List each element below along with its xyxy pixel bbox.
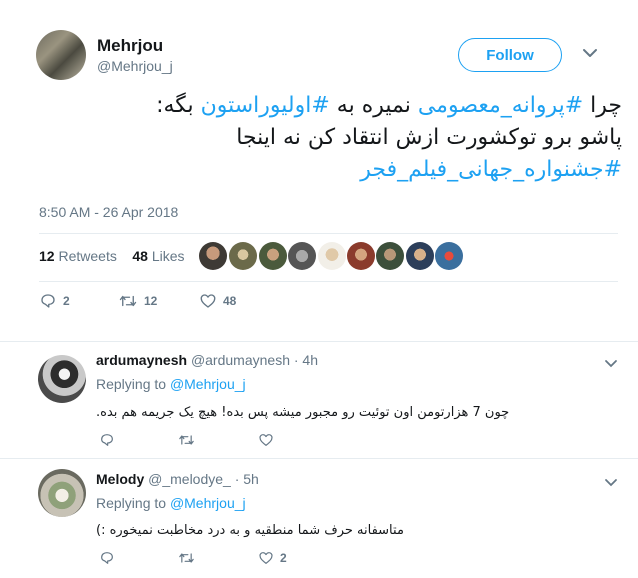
reply-avatar[interactable]: [38, 355, 86, 403]
divider: [39, 233, 618, 234]
liker-avatar[interactable]: [406, 242, 434, 270]
liker-avatar[interactable]: [347, 242, 375, 270]
reply-text: چون 7 هزارتومن اون توئیت رو مجبور میشه پ…: [96, 405, 510, 420]
replying-to: Replying to @Mehrjou_j: [96, 376, 246, 392]
tweet-timestamp[interactable]: 8:50 AM - 26 Apr 2018: [39, 204, 178, 220]
tweet-stats: 12 Retweets 48 Likes: [39, 248, 185, 264]
reply-header: ardumaynesh @ardumaynesh · 4h: [96, 352, 318, 368]
replying-to-link[interactable]: @Mehrjou_j: [170, 495, 246, 511]
reply-author-handle[interactable]: @_melodye_: [148, 471, 231, 487]
reply-tweet[interactable]: Melody @_melodye_ · 5h Replying to @Mehr…: [0, 459, 638, 578]
reply-time[interactable]: · 5h: [235, 471, 259, 487]
follow-button[interactable]: Follow: [458, 38, 562, 72]
retweet-action[interactable]: [177, 550, 196, 566]
retweets-label: Retweets: [58, 248, 117, 264]
like-count: 2: [280, 551, 287, 565]
chevron-down-icon[interactable]: [604, 475, 618, 489]
reply-tweet[interactable]: ardumaynesh @ardumaynesh · 4h Replying t…: [0, 341, 638, 459]
text-segment: چرا: [583, 93, 622, 118]
reply-header: Melody @_melodye_ · 5h: [96, 471, 259, 487]
like-action[interactable]: [258, 432, 280, 448]
reply-action[interactable]: [99, 550, 115, 566]
reply-author-name[interactable]: Melody: [96, 471, 144, 487]
liker-avatar[interactable]: [435, 242, 463, 270]
like-count: 48: [223, 294, 237, 308]
heart-icon: [259, 552, 273, 564]
chevron-down-icon[interactable]: [581, 44, 599, 62]
hashtag-link[interactable]: #پروانه_معصومی: [418, 93, 583, 118]
reply-text: متاسفانه حرف شما منطقیه و به درد مخاطبت …: [96, 523, 404, 538]
replying-to: Replying to @Mehrjou_j: [96, 495, 246, 511]
text-segment: پاشو برو توکشورت ازش انتقاد کن نه اینجا: [236, 125, 622, 150]
liker-avatar[interactable]: [229, 242, 257, 270]
like-action[interactable]: 48: [199, 292, 236, 310]
retweet-icon: [179, 553, 194, 563]
reply-time[interactable]: · 4h: [294, 352, 318, 368]
reply-author-name[interactable]: ardumaynesh: [96, 352, 187, 368]
replying-prefix: Replying to: [96, 376, 170, 392]
reply-icon: [101, 552, 113, 564]
reply-author-handle[interactable]: @ardumaynesh: [191, 352, 290, 368]
text-segment: بگه:: [156, 93, 201, 118]
reply-action[interactable]: [99, 432, 115, 448]
reply-icon: [41, 294, 55, 308]
retweet-action[interactable]: [177, 432, 196, 448]
tweet-text-line-1: چرا #پروانه_معصومی نمیره به #اولیوراستون…: [20, 90, 622, 122]
retweet-icon: [119, 295, 137, 307]
reply-icon: [101, 434, 113, 446]
hashtag-link[interactable]: #جشنواره_جهانی_فیلم_فجر: [360, 157, 622, 182]
replying-to-link[interactable]: @Mehrjou_j: [170, 376, 246, 392]
likes-stat[interactable]: 48 Likes: [132, 248, 184, 264]
liker-avatar[interactable]: [288, 242, 316, 270]
author-name[interactable]: Mehrjou: [97, 36, 163, 56]
divider: [39, 281, 618, 282]
reply-action[interactable]: 2: [39, 292, 70, 310]
likes-label: Likes: [151, 248, 185, 264]
tweet-text-line-3: #جشنواره_جهانی_فیلم_فجر: [20, 154, 622, 186]
replying-prefix: Replying to: [96, 495, 170, 511]
retweet-action[interactable]: 12: [118, 292, 157, 310]
author-handle[interactable]: @Mehrjou_j: [97, 58, 173, 74]
liker-avatar[interactable]: [318, 242, 346, 270]
reply-count: 2: [63, 294, 70, 308]
reply-avatar[interactable]: [38, 469, 86, 517]
retweet-icon: [179, 435, 194, 445]
like-action[interactable]: 2: [258, 550, 287, 566]
main-tweet: Mehrjou @Mehrjou_j Follow چرا #پروانه_مع…: [0, 0, 638, 342]
tweet-text-line-2: پاشو برو توکشورت ازش انتقاد کن نه اینجا: [20, 122, 622, 154]
heart-icon: [200, 294, 216, 308]
liker-avatar[interactable]: [376, 242, 404, 270]
heart-icon: [259, 434, 273, 446]
retweets-count: 12: [39, 248, 55, 264]
tweet-text: چرا #پروانه_معصومی نمیره به #اولیوراستون…: [20, 90, 622, 186]
retweet-count: 12: [144, 294, 158, 308]
hashtag-link[interactable]: #اولیوراستون: [201, 93, 330, 118]
liker-avatar[interactable]: [259, 242, 287, 270]
likes-count: 48: [132, 248, 148, 264]
liker-avatar[interactable]: [199, 242, 227, 270]
tweet-card: Mehrjou @Mehrjou_j Follow چرا #پروانه_مع…: [0, 0, 638, 578]
retweets-stat[interactable]: 12 Retweets: [39, 248, 117, 264]
text-segment: نمیره به: [329, 93, 418, 118]
author-avatar[interactable]: [36, 30, 86, 80]
chevron-down-icon[interactable]: [604, 356, 618, 370]
